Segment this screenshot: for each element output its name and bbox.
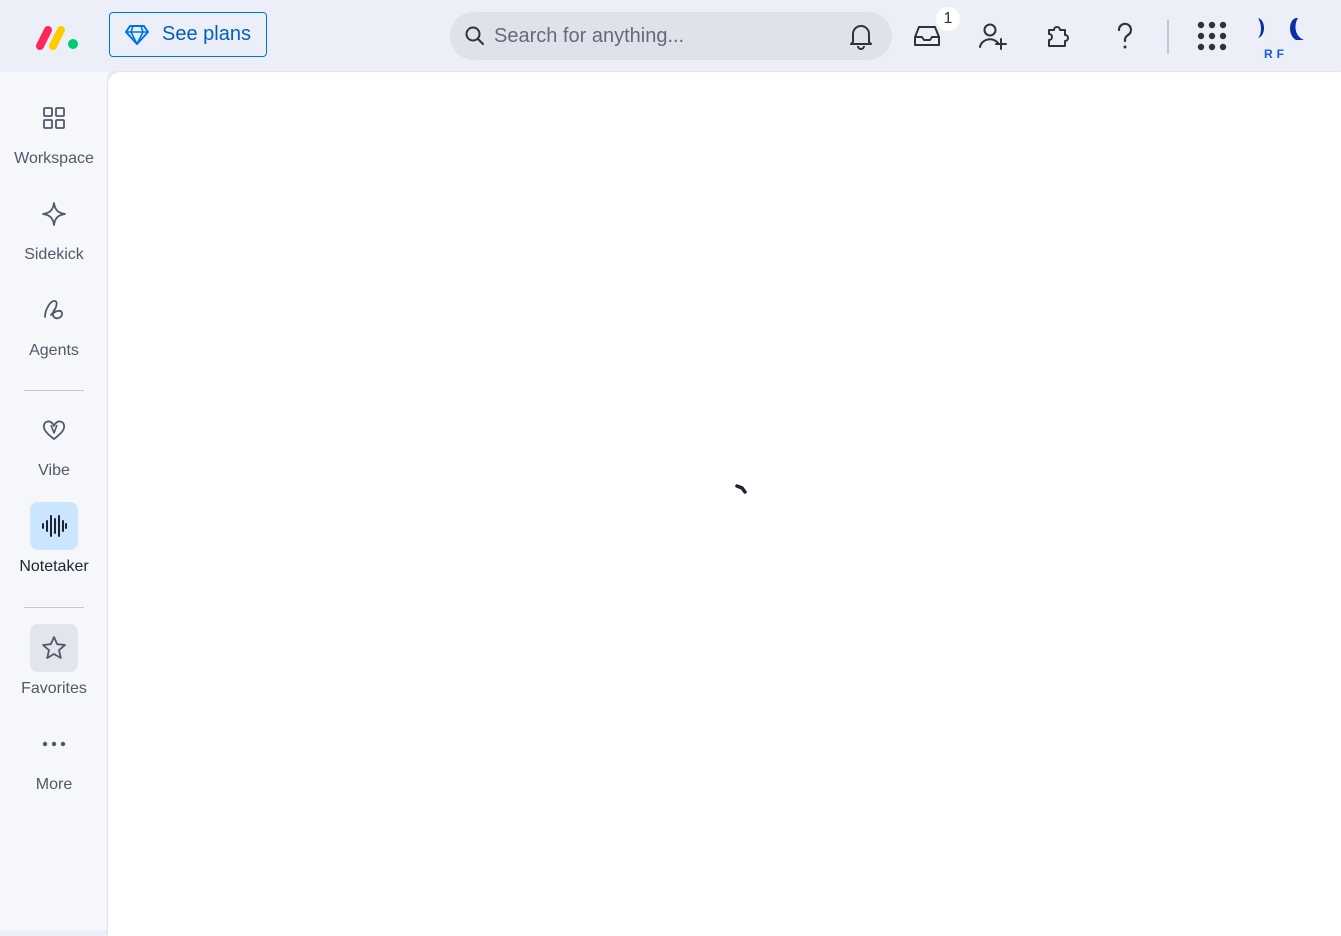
- avatar-initials: RF: [1264, 47, 1288, 61]
- sidebar-item-label: Notetaker: [19, 558, 89, 575]
- toolbar-divider: [1167, 20, 1169, 54]
- sparkle-icon: [30, 190, 78, 238]
- search-input[interactable]: Search for anything...: [494, 25, 848, 48]
- sidebar-item-label: More: [35, 776, 73, 793]
- sidebar-divider: [24, 607, 84, 608]
- sidebar-item-label: Vibe: [38, 462, 70, 479]
- sidebar-item-vibe[interactable]: Vibe: [0, 406, 108, 480]
- diamond-icon: [124, 24, 150, 46]
- see-plans-label: See plans: [162, 23, 251, 45]
- heart-icon: [30, 406, 78, 454]
- invite-members-icon[interactable]: [973, 16, 1013, 56]
- star-icon: [30, 624, 78, 672]
- sidebar-item-agents[interactable]: Agents: [0, 286, 108, 360]
- sidebar-item-notetaker[interactable]: Notetaker: [0, 502, 108, 576]
- sidebar-item-label: Agents: [29, 342, 79, 359]
- user-avatar[interactable]: RF: [1250, 14, 1310, 62]
- sidebar-divider: [24, 390, 84, 391]
- help-icon[interactable]: [1105, 16, 1145, 56]
- sidebar-item-label: Workspace: [14, 150, 94, 167]
- left-sidebar: Workspace Sidekick Agents Vibe Notetaker…: [0, 72, 108, 930]
- top-bar: See plans Search for anything... 1 RF: [0, 0, 1341, 72]
- more-icon: [30, 720, 78, 768]
- sidebar-item-label: Sidekick: [24, 246, 84, 263]
- main-content: [108, 72, 1341, 936]
- sidebar-item-sidekick[interactable]: Sidekick: [0, 190, 108, 264]
- sidebar-item-more[interactable]: More: [0, 720, 108, 794]
- app-root: See plans Search for anything... 1 RF Wo…: [0, 0, 1341, 936]
- loading-spinner: [735, 481, 747, 494]
- soundwave-icon: [30, 502, 78, 550]
- bell-icon[interactable]: [848, 22, 874, 50]
- search-bar[interactable]: Search for anything...: [450, 12, 892, 60]
- apps-marketplace-icon[interactable]: [1039, 16, 1079, 56]
- monday-logo[interactable]: [34, 22, 82, 52]
- search-icon: [464, 25, 486, 47]
- grid-icon: [30, 94, 78, 142]
- sidebar-item-favorites[interactable]: Favorites: [0, 624, 108, 698]
- sidebar-item-workspace[interactable]: Workspace: [0, 94, 108, 168]
- sidebar-item-label: Favorites: [21, 680, 87, 697]
- inbox-count-badge: 1: [936, 7, 960, 31]
- app-switcher-icon[interactable]: [1192, 16, 1232, 56]
- agents-icon: [30, 286, 78, 334]
- see-plans-button[interactable]: See plans: [109, 12, 267, 57]
